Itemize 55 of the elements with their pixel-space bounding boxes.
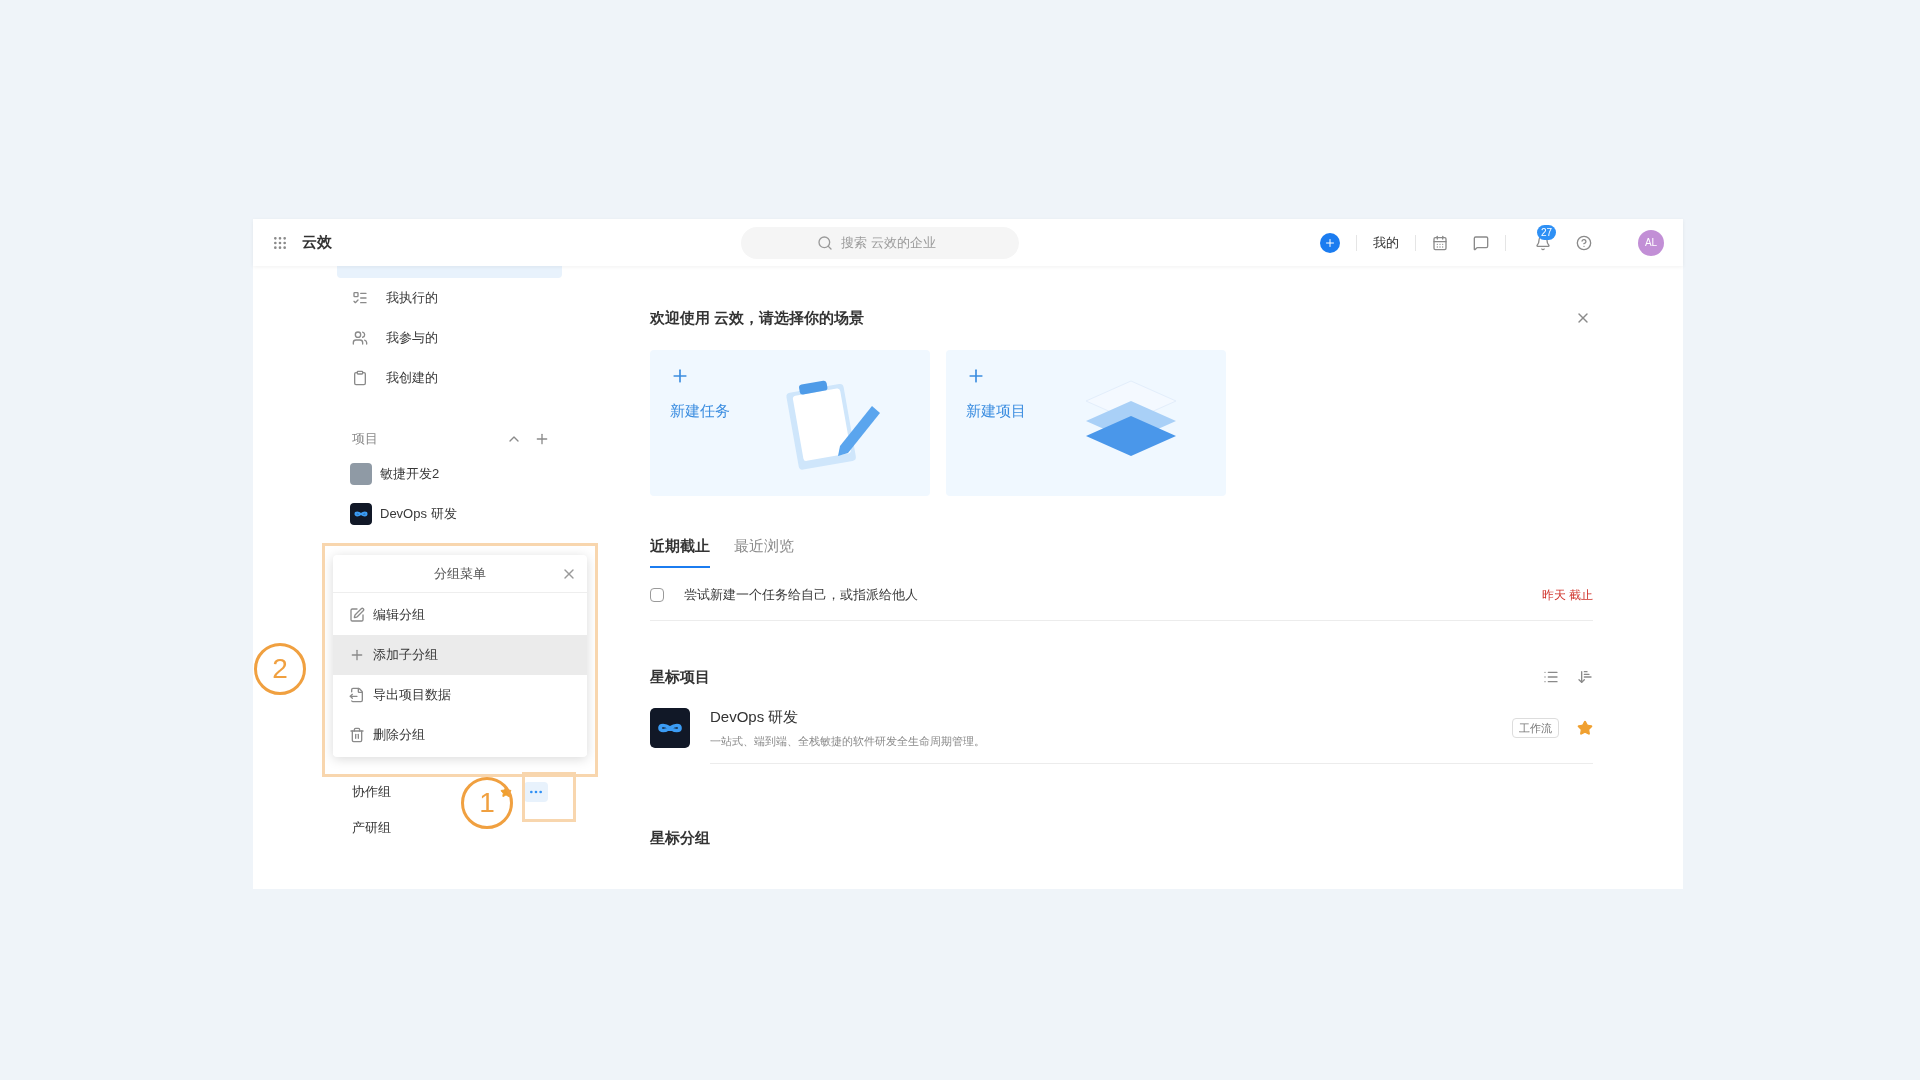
calendar-icon[interactable]	[1432, 234, 1448, 251]
card-label: 新建任务	[670, 401, 730, 421]
project-item[interactable]: 敏捷开发2	[380, 464, 440, 484]
clipboard-icon	[352, 370, 368, 386]
nav-item[interactable]: 我执行的	[337, 278, 562, 318]
menu-item[interactable]: 导出项目数据	[333, 675, 587, 715]
star-icon[interactable]	[1577, 719, 1593, 736]
menu-item[interactable]: 删除分组	[333, 715, 587, 755]
due-date: 昨天 截止	[1541, 586, 1593, 604]
section-title: 星标分组	[650, 829, 710, 846]
task-title[interactable]: 尝试新建一个任务给自己，或指派给他人	[684, 584, 918, 605]
help-icon[interactable]	[1576, 234, 1592, 251]
project-item[interactable]: DevOps 研发	[380, 504, 457, 524]
people-icon	[352, 330, 368, 346]
project-tag: 工作流	[1512, 717, 1559, 738]
tab[interactable]: 最近浏览	[734, 526, 794, 568]
star-icon[interactable]	[500, 786, 512, 798]
welcome-title: 欢迎使用 云效，请选择你的场景	[650, 307, 865, 328]
menu-title: 分组菜单	[434, 564, 486, 583]
checklist-icon	[352, 290, 368, 306]
card-label: 新建项目	[966, 401, 1026, 421]
menu-item[interactable]: 编辑分组	[333, 595, 587, 635]
section-title: 星标项目	[650, 666, 710, 687]
more-button[interactable]	[524, 782, 548, 802]
create-button[interactable]	[1320, 232, 1340, 253]
group-item[interactable]: 产研组	[352, 818, 391, 838]
nav-item[interactable]: 我创建的	[337, 358, 562, 398]
photo-placeholder	[350, 463, 372, 485]
add-icon[interactable]	[534, 431, 550, 447]
message-icon[interactable]	[1473, 234, 1489, 251]
search-field[interactable]: 搜索 云效的企业	[741, 226, 1019, 259]
apps-grid-icon[interactable]	[272, 234, 288, 251]
my-link[interactable]: 我的	[1373, 232, 1399, 253]
task-checkbox[interactable]	[650, 587, 664, 602]
project-avatar	[650, 708, 690, 748]
project-avatar	[350, 503, 372, 525]
edit-icon	[349, 607, 365, 623]
step-marker: 1	[461, 777, 513, 829]
export-icon	[349, 687, 365, 703]
step-marker: 2	[254, 643, 306, 695]
plus-icon	[349, 647, 365, 663]
app-name: 云效	[302, 232, 332, 253]
search-icon	[817, 234, 833, 251]
nav-item[interactable]: 我参与的	[337, 318, 562, 358]
section-title: 项目	[352, 430, 378, 449]
project-description: 一站式、端到端、全栈敏捷的软件研发全生命周期管理。	[710, 733, 985, 749]
project-name[interactable]: DevOps 研发	[710, 706, 985, 729]
sort-icon[interactable]	[1577, 669, 1593, 685]
trash-icon	[349, 727, 365, 743]
plus-icon	[1324, 236, 1336, 249]
list-view-icon[interactable]	[1543, 669, 1559, 685]
menu-item[interactable]: 添加子分组	[333, 635, 587, 675]
group-item[interactable]: 协作组	[352, 782, 391, 802]
notification-badge: 27	[1537, 224, 1557, 240]
tab[interactable]: 近期截止	[650, 526, 710, 568]
